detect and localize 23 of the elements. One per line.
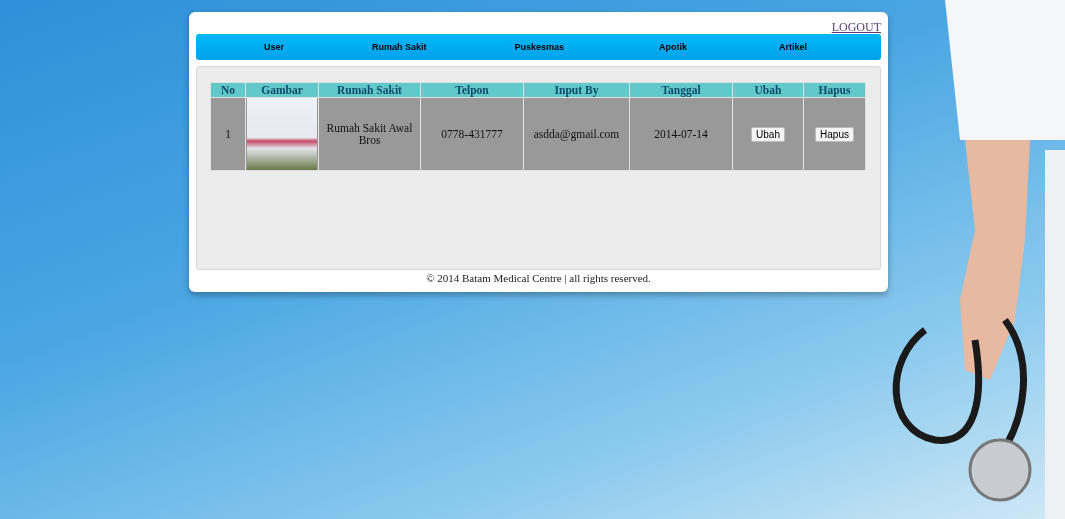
table-cell: asdda@gmail.com [523,97,630,171]
table-cell: 1 [210,97,246,171]
table-cell: 0778-431777 [420,97,524,171]
nav-link[interactable]: Rumah Sakit [372,42,427,52]
photo-placeholder [247,98,317,170]
column-header: Ubah [732,82,804,98]
nav-link[interactable]: Artikel [779,42,808,52]
nav-link[interactable]: User [264,42,284,52]
nav-link[interactable]: Puskesmas [514,42,565,52]
column-header: Telpon [420,82,524,98]
column-header: Gambar [245,82,319,98]
table-cell: 2014-07-14 [629,97,733,171]
footer-text: © 2014 Batam Medical Centre | all rights reserved. [425,272,652,284]
column-header: Tanggal [629,82,733,98]
column-header: No [210,82,246,98]
column-header: Input By [523,82,630,98]
nav-link[interactable]: Apotik [659,42,688,52]
column-header: Rumah Sakit [318,82,421,98]
delete-button[interactable]: Hapus [815,126,854,142]
table-cell: Rumah Sakit Awal Bros [318,97,421,171]
column-header: Hapus [803,82,866,98]
logout-link[interactable]: LOGOUT [831,20,881,34]
edit-button[interactable]: Ubah [751,126,785,142]
